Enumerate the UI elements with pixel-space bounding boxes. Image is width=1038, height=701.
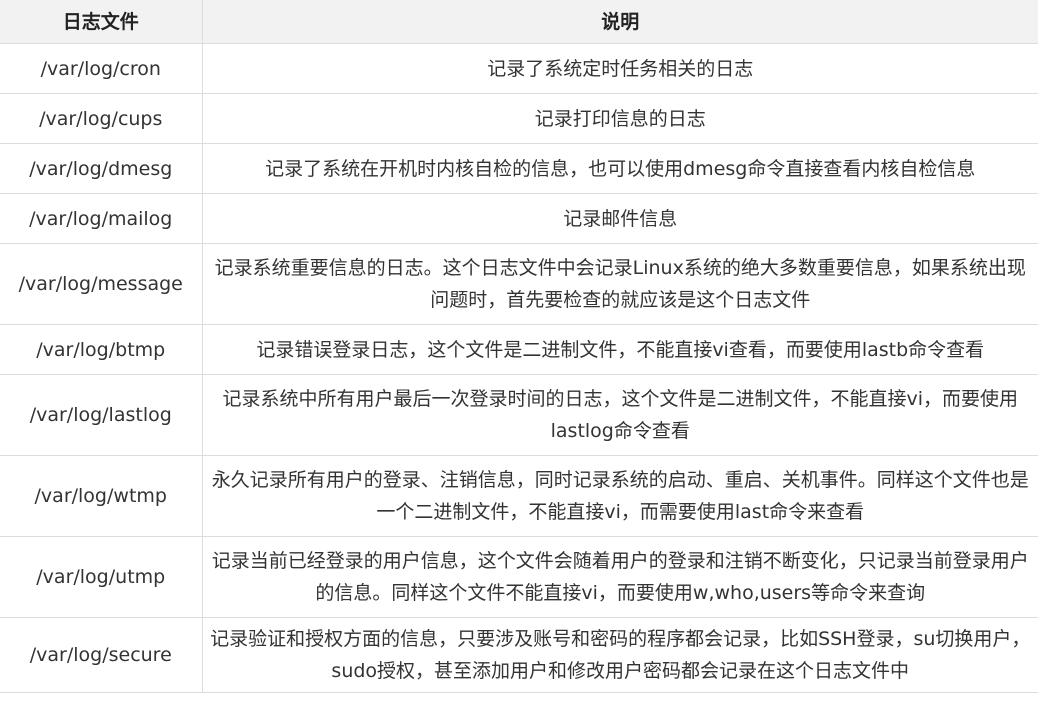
log-file-description: 记录验证和授权方面的信息，只要涉及账号和密码的程序都会记录，比如SSH登录，su… — [201, 617, 1038, 693]
table-row: /var/log/utmp 记录当前已经登录的用户信息，这个文件会随着用户的登录… — [0, 536, 1038, 618]
log-file-description: 记录打印信息的日志 — [201, 93, 1038, 144]
table-row: /var/log/lastlog 记录系统中所有用户最后一次登录时间的日志，这个… — [0, 374, 1038, 456]
log-file-path: /var/log/wtmp — [0, 455, 203, 537]
log-file-description: 记录当前已经登录的用户信息，这个文件会随着用户的登录和注销不断变化，只记录当前登… — [201, 536, 1038, 618]
log-file-path: /var/log/secure — [0, 617, 203, 693]
table-row: /var/log/dmesg 记录了系统在开机时内核自检的信息，也可以使用dme… — [0, 143, 1038, 194]
table-row: /var/log/message 记录系统重要信息的日志。这个日志文件中会记录L… — [0, 243, 1038, 325]
log-files-table: 日志文件 说明 /var/log/cron 记录了系统定时任务相关的日志 /va… — [0, 0, 1038, 693]
table-row: /var/log/btmp 记录错误登录日志，这个文件是二进制文件，不能直接vi… — [0, 324, 1038, 375]
log-file-description: 记录了系统在开机时内核自检的信息，也可以使用dmesg命令直接查看内核自检信息 — [201, 143, 1038, 194]
table-row: /var/log/secure 记录验证和授权方面的信息，只要涉及账号和密码的程… — [0, 617, 1038, 693]
header-description: 说明 — [201, 0, 1038, 44]
log-file-path: /var/log/mailog — [0, 193, 203, 244]
log-file-path: /var/log/dmesg — [0, 143, 203, 194]
log-file-path: /var/log/btmp — [0, 324, 203, 375]
log-file-path: /var/log/cups — [0, 93, 203, 144]
table-header: 日志文件 说明 — [0, 0, 1038, 44]
table-body: /var/log/cron 记录了系统定时任务相关的日志 /var/log/cu… — [0, 43, 1038, 693]
log-file-description: 记录邮件信息 — [201, 193, 1038, 244]
table-row: /var/log/cups 记录打印信息的日志 — [0, 93, 1038, 144]
log-file-description: 记录了系统定时任务相关的日志 — [201, 43, 1038, 94]
header-log-file: 日志文件 — [0, 0, 203, 44]
log-file-path: /var/log/lastlog — [0, 374, 203, 456]
header-row: 日志文件 说明 — [0, 0, 1038, 44]
log-file-path: /var/log/message — [0, 243, 203, 325]
log-file-path: /var/log/utmp — [0, 536, 203, 618]
log-file-description: 记录系统中所有用户最后一次登录时间的日志，这个文件是二进制文件，不能直接vi，而… — [201, 374, 1038, 456]
table-row: /var/log/cron 记录了系统定时任务相关的日志 — [0, 43, 1038, 94]
log-file-path: /var/log/cron — [0, 43, 203, 94]
table-row: /var/log/mailog 记录邮件信息 — [0, 193, 1038, 244]
log-file-description: 永久记录所有用户的登录、注销信息，同时记录系统的启动、重启、关机事件。同样这个文… — [201, 455, 1038, 537]
log-file-description: 记录系统重要信息的日志。这个日志文件中会记录Linux系统的绝大多数重要信息，如… — [201, 243, 1038, 325]
log-file-description: 记录错误登录日志，这个文件是二进制文件，不能直接vi查看，而要使用lastb命令… — [201, 324, 1038, 375]
table-row: /var/log/wtmp 永久记录所有用户的登录、注销信息，同时记录系统的启动… — [0, 455, 1038, 537]
